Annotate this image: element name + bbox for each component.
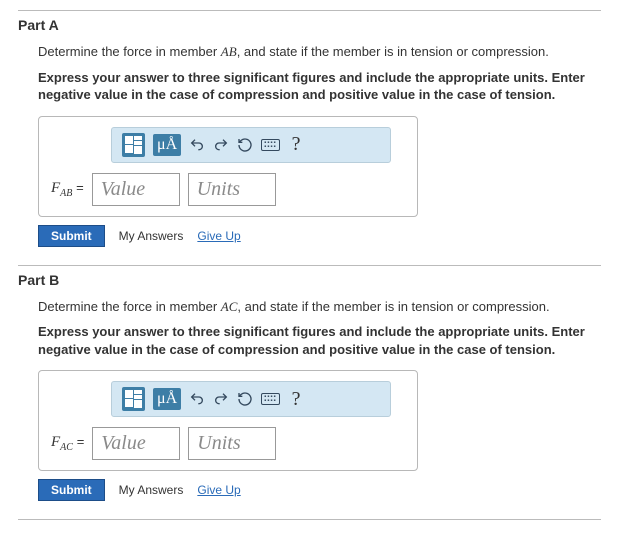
var-letter: F [51,180,60,196]
var-sub: AC [60,442,73,453]
give-up-link[interactable]: Give Up [197,483,240,497]
toolbar: μÅ ▪▪▪▪▪▪▪▪ ? [111,381,391,417]
units-input[interactable]: Units [188,427,276,460]
answer-box: μÅ ▪▪▪▪▪▪▪▪ ? FAB = [38,116,418,217]
undo-icon [189,137,205,153]
answer-box: μÅ ▪▪▪▪▪▪▪▪ ? FAC = [38,370,418,471]
part-title: Part B [18,272,601,288]
reset-button[interactable] [237,137,253,153]
redo-button[interactable] [213,137,229,153]
undo-button[interactable] [189,137,205,153]
prompt: Determine the force in member AC, and st… [38,298,601,316]
my-answers-link[interactable]: My Answers [119,229,184,243]
reset-button[interactable] [237,391,253,407]
keyboard-icon: ▪▪▪▪▪▪▪▪ [261,393,280,405]
instructions: Express your answer to three significant… [38,69,601,104]
reset-icon [237,137,253,153]
redo-button[interactable] [213,391,229,407]
part-title: Part A [18,17,601,33]
units-button[interactable]: μÅ [153,134,181,156]
prompt-post: , and state if the member is in tension … [237,299,549,314]
instructions: Express your answer to three significant… [38,323,601,358]
template-picker-button[interactable] [122,133,145,157]
redo-icon [213,137,229,153]
input-row: FAB = Value Units [51,173,405,206]
value-input[interactable]: Value [92,427,180,460]
var-letter: F [51,434,60,450]
value-input[interactable]: Value [92,173,180,206]
equals-sign: = [76,180,84,195]
template-icon [122,387,145,411]
keyboard-button[interactable]: ▪▪▪▪▪▪▪▪ [261,139,280,151]
reset-icon [237,391,253,407]
input-row: FAC = Value Units [51,427,405,460]
variable-label: FAB = [51,180,84,199]
undo-icon [189,391,205,407]
action-row: Submit My Answers Give Up [38,479,601,501]
units-input[interactable]: Units [188,173,276,206]
prompt-pre: Determine the force in member [38,299,221,314]
units-button[interactable]: μÅ [153,388,181,410]
help-button[interactable]: ? [292,388,301,411]
undo-button[interactable] [189,391,205,407]
variable-label: FAC = [51,434,84,453]
prompt-post: , and state if the member is in tension … [237,44,549,59]
equals-sign: = [77,434,85,449]
redo-icon [213,391,229,407]
prompt-pre: Determine the force in member [38,44,221,59]
member-name: AC [221,299,238,314]
var-sub: AB [60,188,72,199]
part-a: Part A Determine the force in member AB,… [18,10,601,247]
give-up-link[interactable]: Give Up [197,229,240,243]
part-b: Part B Determine the force in member AC,… [18,265,601,502]
part-body: Determine the force in member AC, and st… [18,298,601,502]
part-body: Determine the force in member AB, and st… [18,43,601,247]
toolbar: μÅ ▪▪▪▪▪▪▪▪ ? [111,127,391,163]
template-picker-button[interactable] [122,387,145,411]
submit-button[interactable]: Submit [38,479,105,501]
prompt: Determine the force in member AB, and st… [38,43,601,61]
part-divider [18,519,601,526]
keyboard-icon: ▪▪▪▪▪▪▪▪ [261,139,280,151]
keyboard-button[interactable]: ▪▪▪▪▪▪▪▪ [261,393,280,405]
member-name: AB [221,44,237,59]
submit-button[interactable]: Submit [38,225,105,247]
help-button[interactable]: ? [292,133,301,156]
template-icon [122,133,145,157]
action-row: Submit My Answers Give Up [38,225,601,247]
my-answers-link[interactable]: My Answers [119,483,184,497]
